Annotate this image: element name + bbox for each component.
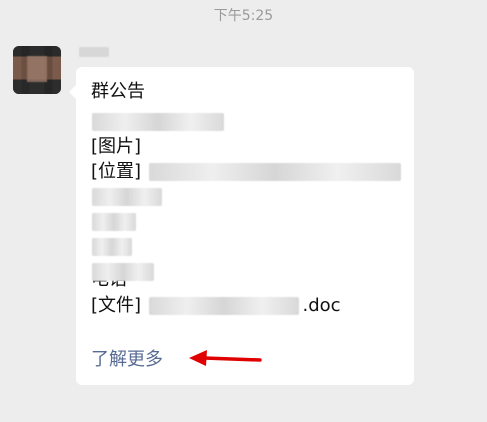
blurred-location-text — [149, 163, 401, 181]
file-prefix: [文件] — [91, 295, 142, 316]
avatar-face — [27, 56, 47, 82]
location-item: [位置] — [91, 161, 142, 182]
announcement-title: 群公告 — [91, 81, 145, 102]
sender-name — [79, 47, 109, 57]
file-suffix: .doc — [302, 295, 341, 316]
blurred-text — [92, 213, 136, 231]
announcement-bubble[interactable]: 群公告 [图片] [位置] 电话 [文件] .doc 了解更多 — [69, 67, 414, 385]
timestamp: 下午5:25 — [213, 8, 274, 24]
blurred-file-name — [149, 297, 299, 315]
arrow-left-icon — [189, 350, 262, 366]
avatar[interactable] — [13, 46, 61, 94]
blurred-text — [92, 188, 162, 206]
blurred-text — [92, 238, 132, 256]
learn-more-link[interactable]: 了解更多 — [91, 349, 163, 371]
image-item: [图片] — [91, 136, 142, 157]
blurred-phone — [92, 263, 154, 281]
blurred-text — [92, 113, 224, 131]
